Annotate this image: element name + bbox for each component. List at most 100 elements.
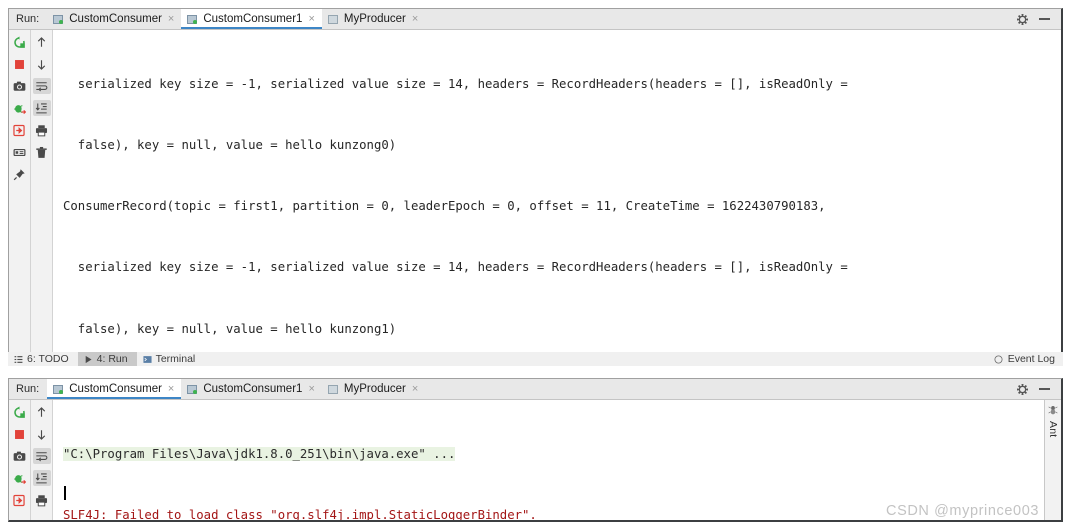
status-item-run[interactable]: 4: Run xyxy=(77,352,137,366)
restart-debug-button[interactable] xyxy=(11,100,29,116)
soft-wrap-icon xyxy=(36,451,48,461)
export-icon xyxy=(13,124,25,136)
command-line-text: "C:\Program Files\Java\jdk1.8.0_251\bin\… xyxy=(63,446,456,461)
close-icon[interactable]: × xyxy=(307,13,314,25)
scroll-end-icon xyxy=(35,102,47,113)
console-output-bottom[interactable]: "C:\Program Files\Java\jdk1.8.0_251\bin\… xyxy=(53,400,1044,520)
arrow-down-icon xyxy=(37,429,46,440)
tab-label: CustomConsumer1 xyxy=(203,383,303,395)
down-occurrence-button[interactable] xyxy=(33,426,51,442)
console-output-top[interactable]: serialized key size = -1, serialized val… xyxy=(53,30,1061,358)
bug-restart-icon xyxy=(14,474,26,484)
dump-threads-button[interactable] xyxy=(11,448,29,464)
minimize-icon[interactable] xyxy=(1039,18,1050,20)
status-item-todo[interactable]: 6: TODO xyxy=(8,352,78,366)
stop-icon xyxy=(15,429,24,439)
ant-icon xyxy=(1048,406,1058,415)
close-icon[interactable]: × xyxy=(411,383,418,395)
run-config-plain-icon xyxy=(327,14,339,25)
tab-label: MyProducer xyxy=(343,13,406,25)
tab-customconsumer1-bottom[interactable]: CustomConsumer1 × xyxy=(181,379,322,399)
console-text-top: serialized key size = -1, serialized val… xyxy=(53,33,1061,358)
export-button[interactable] xyxy=(11,122,29,138)
ant-stripe-label: Ant xyxy=(1047,421,1059,438)
console-line: ConsumerRecord(topic = first1, partition… xyxy=(63,199,826,214)
status-item-terminal[interactable]: Terminal xyxy=(137,352,205,366)
dump-threads-button[interactable] xyxy=(11,78,29,94)
rerun-button[interactable] xyxy=(11,404,29,420)
run-panel-body-bottom: "C:\Program Files\Java\jdk1.8.0_251\bin\… xyxy=(9,400,1061,520)
terminal-icon xyxy=(143,355,152,363)
event-log-label[interactable]: Event Log xyxy=(1008,353,1055,365)
run-toolbar-right-bottom xyxy=(31,400,53,520)
soft-wrap-icon xyxy=(36,81,48,91)
down-occurrence-button[interactable] xyxy=(33,56,51,72)
todo-icon xyxy=(14,355,23,363)
run-toolbar-left-top xyxy=(9,30,31,358)
console-line: false), key = null, value = hello kunzon… xyxy=(63,321,397,336)
tab-label: CustomConsumer1 xyxy=(203,13,303,25)
run-tab-bar-top: Run: CustomConsumer × CustomConsumer1 × … xyxy=(9,9,1061,30)
print-button[interactable] xyxy=(33,492,51,508)
export-button[interactable] xyxy=(11,492,29,508)
print-layout-button[interactable] xyxy=(11,144,29,160)
tab-bar-actions-bottom xyxy=(1011,379,1061,399)
run-label-top: Run: xyxy=(16,13,40,25)
up-occurrence-button[interactable] xyxy=(33,34,51,50)
tab-label: CustomConsumer xyxy=(69,383,162,395)
camera-icon xyxy=(13,451,26,461)
close-icon[interactable]: × xyxy=(167,383,174,395)
rerun-button[interactable] xyxy=(11,34,29,50)
tab-label: MyProducer xyxy=(343,383,406,395)
export-icon xyxy=(13,494,25,506)
restart-debug-button[interactable] xyxy=(11,470,29,486)
close-icon[interactable]: × xyxy=(411,13,418,25)
close-icon[interactable]: × xyxy=(307,383,314,395)
clear-all-button[interactable] xyxy=(33,144,51,160)
run-tool-window-bottom: Run: CustomConsumer × CustomConsumer1 × … xyxy=(8,378,1063,522)
run-config-icon xyxy=(53,384,64,395)
stop-button[interactable] xyxy=(11,56,29,72)
soft-wrap-button[interactable] xyxy=(32,78,51,94)
arrow-up-icon xyxy=(37,36,46,47)
event-log-icon xyxy=(994,355,1003,363)
camera-icon xyxy=(13,81,26,91)
soft-wrap-button[interactable] xyxy=(32,448,51,464)
tab-customconsumer-top[interactable]: CustomConsumer × xyxy=(47,9,181,29)
rerun-icon xyxy=(14,405,25,418)
bug-restart-icon xyxy=(14,104,26,114)
pin-icon xyxy=(13,168,25,180)
up-occurrence-button[interactable] xyxy=(33,404,51,420)
print-button[interactable] xyxy=(33,122,51,138)
printer-icon xyxy=(35,124,48,136)
arrow-down-icon xyxy=(37,59,46,70)
run-tab-bar-bottom: Run: CustomConsumer × CustomConsumer1 × … xyxy=(9,379,1061,400)
stop-button[interactable] xyxy=(11,426,29,442)
printer-icon xyxy=(35,494,48,506)
console-command-line: "C:\Program Files\Java\jdk1.8.0_251\bin\… xyxy=(63,444,1044,464)
run-tool-window-top: Run: CustomConsumer × CustomConsumer1 × … xyxy=(8,8,1063,360)
console-line: false), key = null, value = hello kunzon… xyxy=(63,138,397,153)
gear-icon[interactable] xyxy=(1017,13,1028,25)
layout-icon xyxy=(13,148,26,156)
ant-tool-window-stripe[interactable]: Ant xyxy=(1044,400,1061,520)
gear-icon[interactable] xyxy=(1017,383,1028,395)
tab-customconsumer1-top[interactable]: CustomConsumer1 × xyxy=(181,9,322,29)
tab-customconsumer-bottom[interactable]: CustomConsumer × xyxy=(47,379,182,399)
tab-label: CustomConsumer xyxy=(69,13,162,25)
run-config-plain-icon xyxy=(327,384,339,395)
pin-tab-button[interactable] xyxy=(11,166,29,182)
console-line: serialized key size = -1, serialized val… xyxy=(63,76,848,91)
scroll-to-end-button[interactable] xyxy=(32,100,51,116)
run-toolbar-left-bottom xyxy=(9,400,31,520)
stop-icon xyxy=(15,59,24,69)
minimize-icon[interactable] xyxy=(1039,388,1050,390)
run-icon xyxy=(85,355,92,363)
close-icon[interactable]: × xyxy=(167,13,174,25)
tab-myproducer-bottom[interactable]: MyProducer × xyxy=(322,379,425,399)
scroll-to-end-button[interactable] xyxy=(32,470,51,486)
run-config-icon xyxy=(187,384,198,395)
screenshot-root: Run: CustomConsumer × CustomConsumer1 × … xyxy=(0,0,1066,529)
tab-myproducer-top[interactable]: MyProducer × xyxy=(322,9,425,29)
rerun-icon xyxy=(14,35,25,48)
